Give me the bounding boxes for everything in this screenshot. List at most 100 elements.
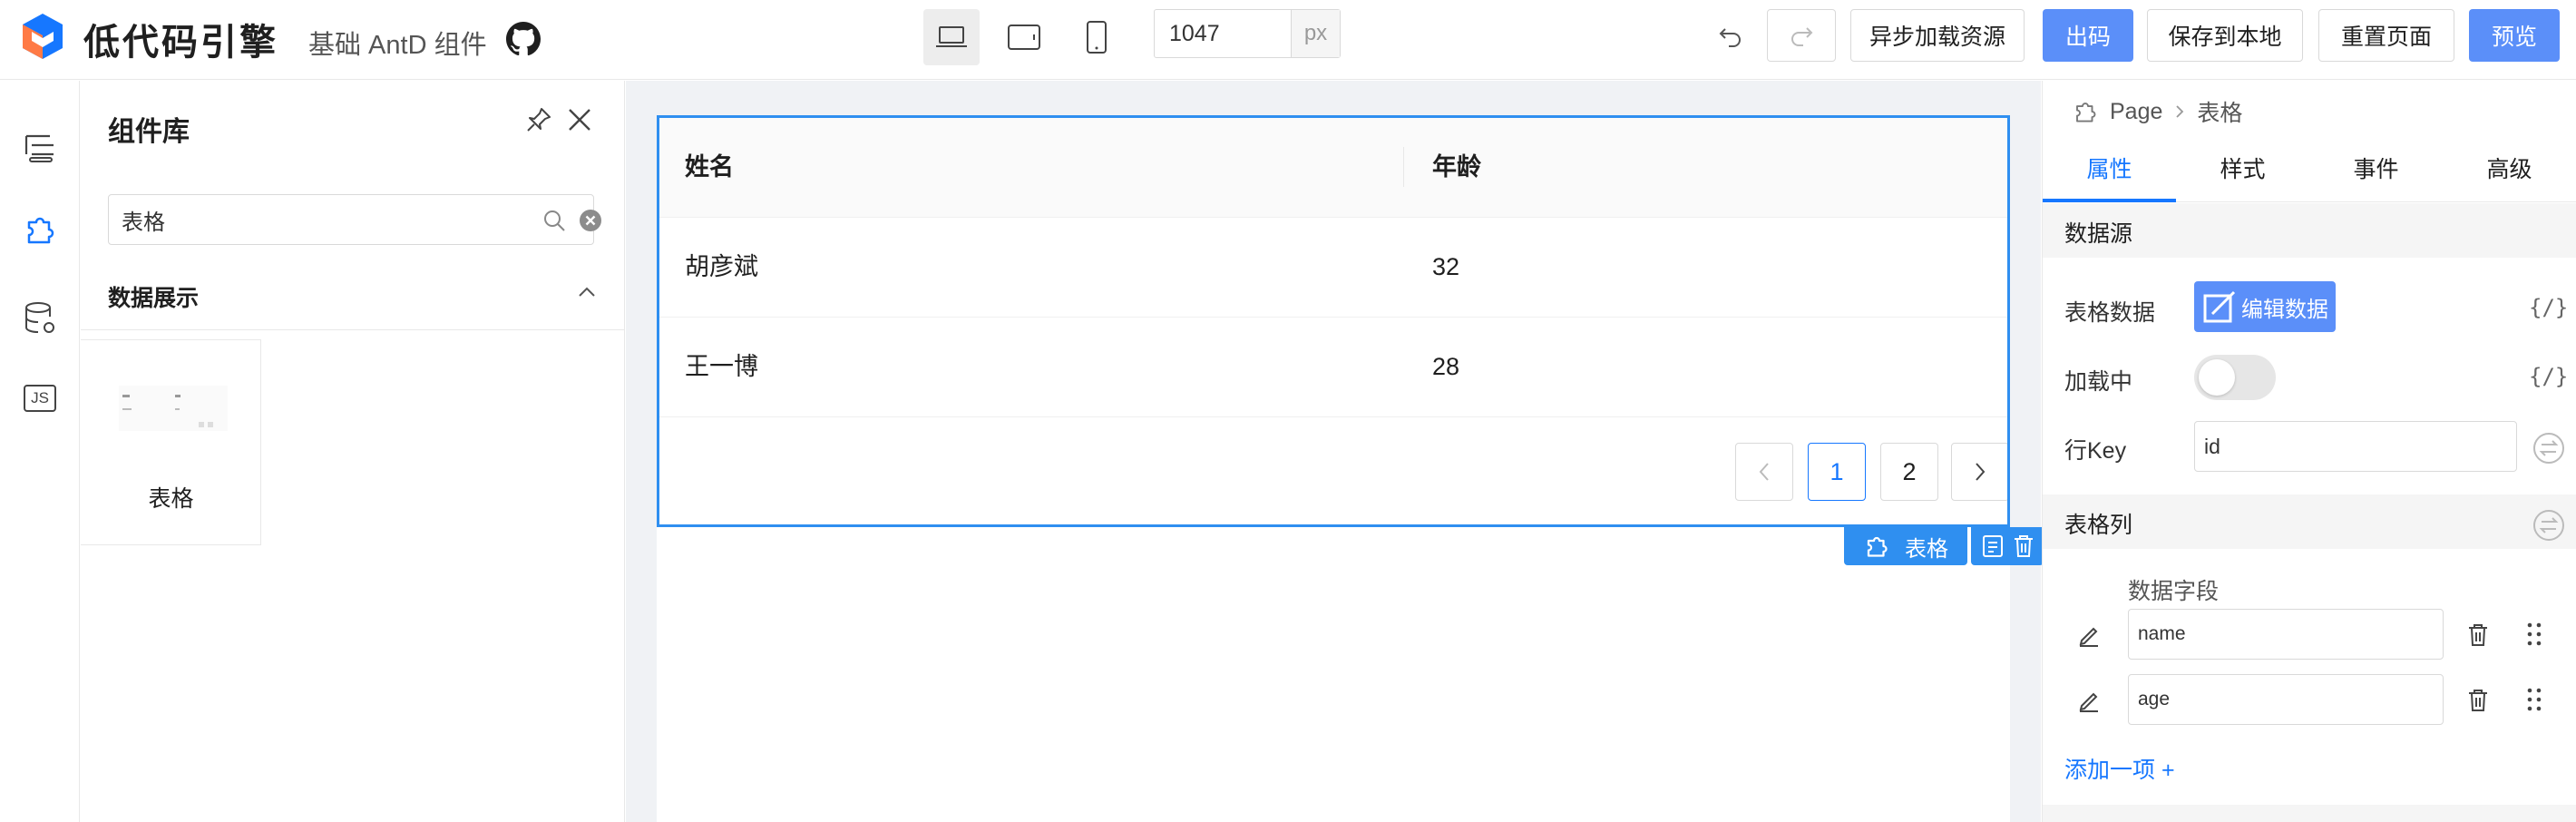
variable-binding-icon[interactable]: {/}: [2529, 295, 2568, 320]
chevron-right-icon: [2176, 105, 2184, 118]
prop-label-loading: 加载中: [2064, 369, 2133, 395]
search-icon[interactable]: [542, 209, 566, 232]
category-header[interactable]: 数据展示: [81, 262, 625, 330]
table-cell: 王一博: [685, 353, 758, 380]
tab-props[interactable]: 属性: [2043, 142, 2176, 202]
async-load-button[interactable]: 异步加载资源: [1850, 9, 2025, 62]
table-row[interactable]: 王一博 28: [659, 318, 2007, 417]
save-local-button[interactable]: 保存到本地: [2147, 9, 2303, 62]
width-unit-label: px: [1291, 10, 1340, 57]
tab-events[interactable]: 事件: [2309, 142, 2443, 202]
section-columns[interactable]: 表格列: [2043, 494, 2576, 549]
table-header-row: 姓名 年龄: [659, 118, 2007, 218]
column-field-input[interactable]: [2128, 674, 2444, 725]
component-puzzle-icon: [2076, 103, 2096, 122]
js-code-icon[interactable]: JS: [13, 371, 67, 426]
clear-search-icon[interactable]: [579, 209, 602, 232]
selected-component-name: 表格: [1905, 536, 1948, 562]
selection-actions: [1971, 527, 2044, 565]
rowkey-input[interactable]: [2194, 421, 2517, 472]
delete-icon[interactable]: [2467, 622, 2489, 648]
table-cell: 32: [1432, 253, 1460, 280]
panel-title: 组件库: [108, 117, 190, 147]
component-library-panel: 组件库 数据展示 表格: [81, 81, 625, 822]
variable-binding-icon[interactable]: {/}: [2529, 364, 2568, 389]
column-item: [2043, 674, 2576, 729]
pagination-next-button[interactable]: [1951, 443, 2007, 501]
reset-page-button[interactable]: 重置页面: [2318, 9, 2454, 62]
switch-setter-icon[interactable]: [2532, 509, 2565, 542]
edit-data-button[interactable]: 编辑数据: [2194, 281, 2336, 332]
copy-icon[interactable]: [1981, 533, 2005, 559]
tablet-icon: [1008, 24, 1040, 50]
loading-switch[interactable]: [2194, 355, 2276, 400]
tab-style[interactable]: 样式: [2176, 142, 2309, 202]
redo-button[interactable]: [1767, 9, 1836, 62]
mobile-icon: [1087, 21, 1107, 54]
chevron-left-icon: [1759, 463, 1769, 481]
edit-icon: [2203, 290, 2236, 323]
delete-icon[interactable]: [2013, 533, 2034, 559]
section-title: 数据源: [2064, 221, 2133, 247]
outline-tree-icon[interactable]: [13, 121, 67, 175]
device-desktop-button[interactable]: [923, 9, 980, 65]
device-mobile-button[interactable]: [1068, 9, 1125, 65]
switch-knob: [2199, 359, 2235, 396]
pin-icon[interactable]: [525, 106, 552, 133]
design-canvas: 姓名 年龄 胡彦斌 32 王一博 28 1 2 表格: [626, 81, 2044, 822]
redo-icon: [1791, 27, 1813, 46]
github-icon[interactable]: [506, 22, 541, 56]
canvas-page[interactable]: 姓名 年龄 胡彦斌 32 王一博 28 1 2 表格: [657, 115, 2044, 822]
component-card-table[interactable]: 表格: [81, 339, 261, 545]
add-column-link[interactable]: 添加一项 +: [2064, 752, 2175, 785]
breadcrumb: Page 表格: [2072, 93, 2242, 130]
column-divider: [1403, 147, 1404, 187]
laptop-icon: [936, 26, 967, 47]
table-header-cell: 年龄: [1432, 153, 1481, 181]
undo-button[interactable]: [1712, 18, 1749, 54]
top-toolbar: 低代码引擎 基础 AntD 组件 px 异步加载资源 出码 保存到本地 重置页面…: [0, 0, 2576, 80]
breadcrumb-item-page[interactable]: Page: [2110, 99, 2162, 125]
switch-setter-icon[interactable]: [2532, 432, 2565, 465]
canvas-width-input[interactable]: [1155, 10, 1291, 57]
settings-tabs: 属性 样式 事件 高级: [2043, 142, 2576, 202]
section-title: 表格列: [2064, 513, 2133, 538]
breadcrumb-item-table: 表格: [2197, 101, 2243, 126]
column-field-header: 数据字段: [2128, 579, 2220, 604]
component-puzzle-icon[interactable]: [13, 202, 67, 257]
column-field-input[interactable]: [2128, 609, 2444, 660]
chevron-right-icon: [1976, 463, 1986, 481]
datasource-db-icon[interactable]: [13, 291, 67, 346]
pagination-page-1[interactable]: 1: [1808, 443, 1866, 501]
selected-table-component[interactable]: 姓名 年龄 胡彦斌 32 王一博 28 1 2: [657, 115, 2010, 527]
section-divider: [2043, 805, 2576, 822]
js-label: JS: [24, 385, 56, 412]
prop-label-rowkey: 行Key: [2064, 438, 2127, 464]
table-header-cell: 姓名: [685, 153, 734, 181]
pagination-prev-button[interactable]: [1735, 443, 1793, 501]
tab-advanced[interactable]: 高级: [2443, 142, 2576, 202]
app-subtitle: 基础 AntD 组件: [308, 31, 487, 60]
component-search-input[interactable]: [122, 195, 512, 244]
category-title: 数据展示: [108, 286, 200, 311]
preview-button[interactable]: 预览: [2469, 9, 2560, 62]
pagination-page-2[interactable]: 2: [1880, 443, 1938, 501]
section-datasource[interactable]: 数据源: [2043, 203, 2576, 258]
table-row[interactable]: 胡彦斌 32: [659, 218, 2007, 318]
lowcode-logo-icon: [20, 12, 65, 61]
component-search-box: [108, 194, 601, 245]
drag-handle-icon[interactable]: [2525, 621, 2543, 647]
edit-pencil-icon[interactable]: [2077, 623, 2101, 647]
component-card-label: 表格: [148, 486, 194, 512]
delete-icon[interactable]: [2467, 688, 2489, 713]
table-thumbnail-icon: [119, 386, 228, 431]
settings-panel: Page 表格 属性 样式 事件 高级 数据源 表格数据 编辑数据 {/} 加载…: [2042, 81, 2576, 822]
prop-label-table-data: 表格数据: [2064, 300, 2156, 326]
edit-pencil-icon[interactable]: [2077, 689, 2101, 712]
device-tablet-button[interactable]: [996, 9, 1052, 65]
drag-handle-icon[interactable]: [2525, 687, 2543, 712]
close-icon[interactable]: [566, 106, 593, 133]
generate-code-button[interactable]: 出码: [2043, 9, 2133, 62]
selected-component-tag[interactable]: 表格: [1844, 527, 1967, 565]
chevron-up-icon[interactable]: [577, 285, 597, 299]
